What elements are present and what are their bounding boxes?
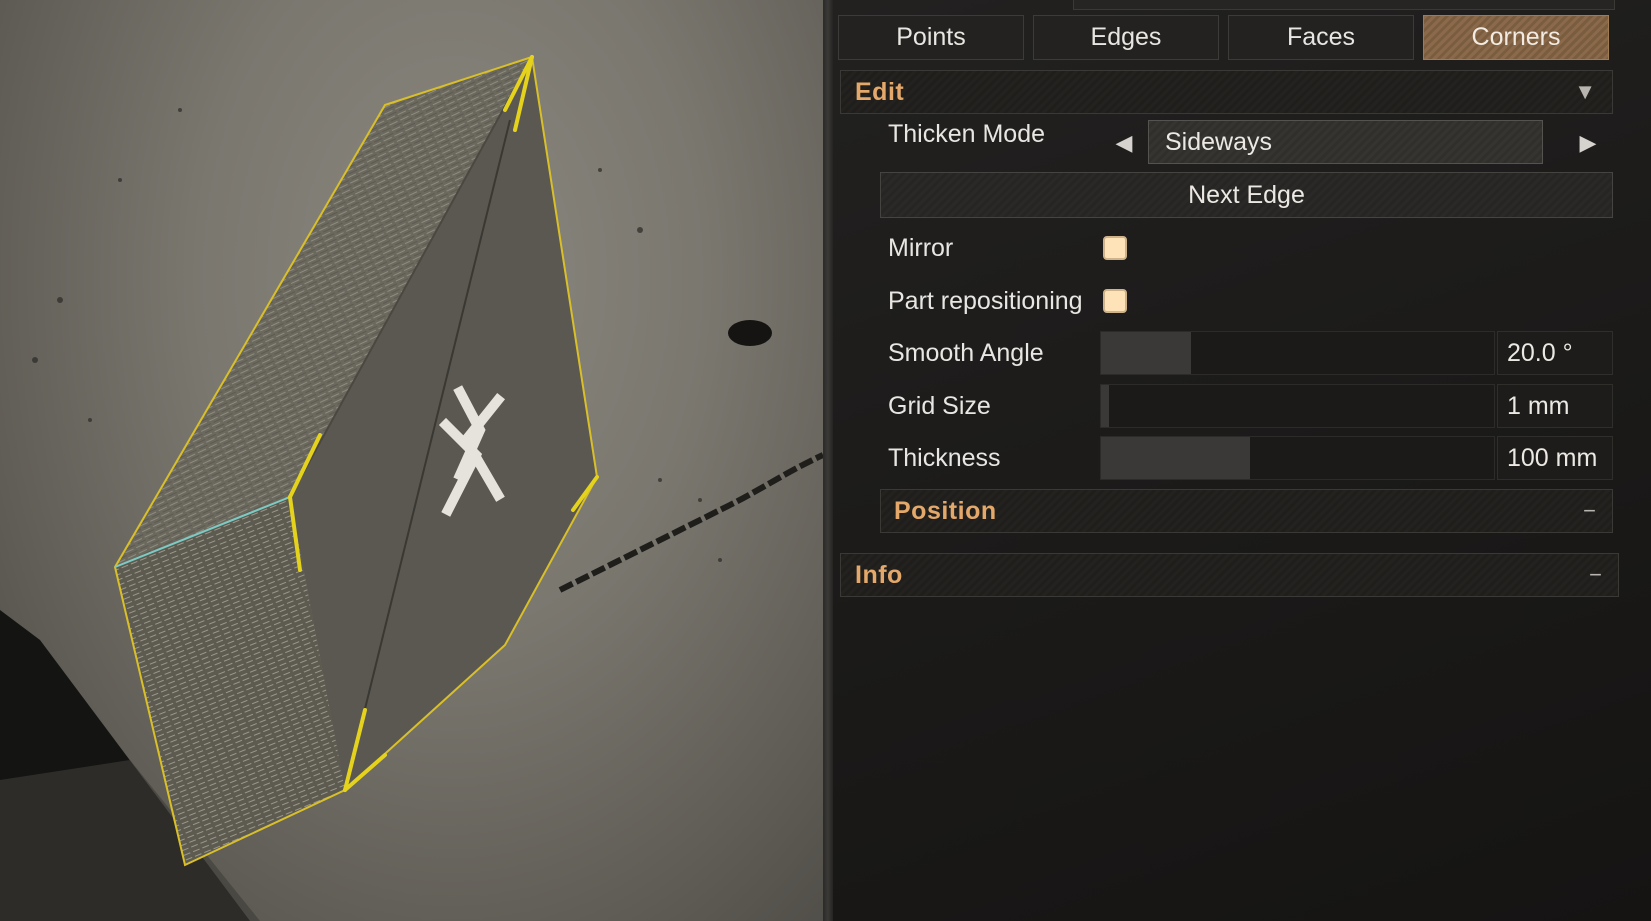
smooth-angle-label: Smooth Angle — [888, 339, 1044, 367]
smooth-angle-slider[interactable] — [1100, 331, 1495, 375]
next-edge-label: Next Edge — [1188, 180, 1305, 209]
ground-hole — [728, 320, 772, 346]
top-strip — [1073, 0, 1615, 10]
smooth-angle-input[interactable]: 20.0 ° — [1497, 331, 1613, 375]
part-repositioning-label: Part repositioning — [888, 287, 1083, 315]
tab-faces[interactable]: Faces — [1228, 15, 1414, 60]
arrow-right-icon: ▶ — [1579, 130, 1597, 155]
tab-points[interactable]: Points — [838, 15, 1024, 60]
ground-crack — [558, 452, 823, 593]
info-section-title: Info — [855, 560, 903, 589]
thicken-mode-value: Sideways — [1165, 127, 1272, 156]
collapse-icon: − — [1583, 498, 1596, 523]
edit-section-header[interactable]: Edit ▼ — [840, 70, 1613, 114]
3d-viewport[interactable] — [0, 0, 823, 921]
part-repositioning-checkbox[interactable] — [1103, 289, 1127, 313]
mirror-checkbox[interactable] — [1103, 236, 1127, 260]
position-section-title: Position — [894, 496, 997, 525]
grid-size-input[interactable]: 1 mm — [1497, 384, 1613, 428]
collapse-icon: − — [1589, 562, 1602, 587]
grid-size-slider[interactable] — [1100, 384, 1495, 428]
thickness-label: Thickness — [888, 444, 1001, 472]
selected-object[interactable] — [113, 55, 599, 867]
mirror-label: Mirror — [888, 234, 954, 262]
grid-size-label: Grid Size — [888, 392, 991, 420]
properties-panel: Points Edges Faces Corners Edit ▼ Thicke… — [833, 0, 1651, 921]
thickness-input[interactable]: 100 mm — [1497, 436, 1613, 480]
info-section-header[interactable]: Info − — [840, 553, 1619, 597]
thicken-mode-next-button[interactable]: ▶ — [1573, 123, 1603, 163]
viewport-scene — [0, 55, 823, 921]
thicken-mode-prev-button[interactable]: ◀ — [1109, 123, 1139, 163]
panel-splitter[interactable] — [823, 0, 833, 921]
tab-corners[interactable]: Corners — [1423, 15, 1609, 60]
next-edge-button[interactable]: Next Edge — [880, 172, 1613, 218]
smooth-angle-fill — [1101, 332, 1192, 374]
edit-section-title: Edit — [855, 77, 905, 106]
thicken-mode-select[interactable]: Sideways — [1148, 120, 1543, 164]
chevron-down-icon: ▼ — [1574, 79, 1596, 104]
thickness-fill — [1101, 437, 1251, 479]
thicken-mode-label: Thicken Mode — [888, 120, 1046, 148]
tab-edges[interactable]: Edges — [1033, 15, 1219, 60]
position-section-header[interactable]: Position − — [880, 489, 1613, 533]
thickness-slider[interactable] — [1100, 436, 1495, 480]
arrow-left-icon: ◀ — [1115, 130, 1133, 155]
grid-size-fill — [1101, 385, 1109, 427]
